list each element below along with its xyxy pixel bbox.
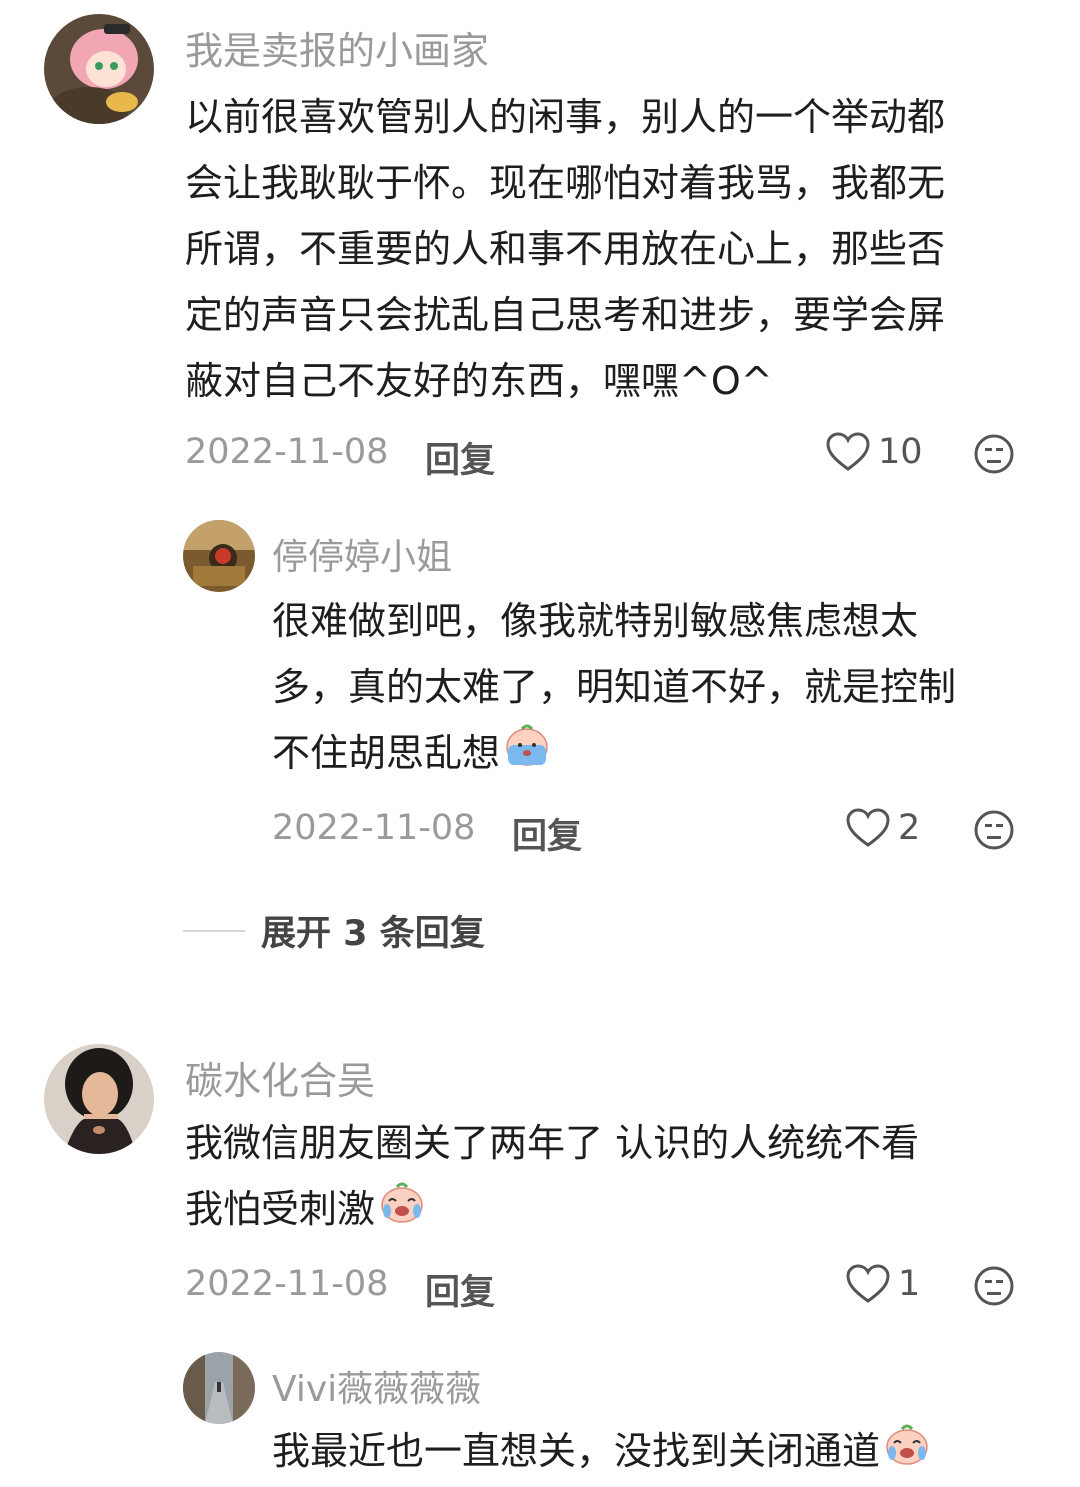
comment-body: 以前很喜欢管别人的闲事，别人的一个举动都 会让我耿耿于怀。现在哪怕对着我骂，我都…	[185, 84, 945, 414]
meh-face-icon	[973, 810, 1015, 855]
dislike-button[interactable]	[973, 433, 1015, 479]
like-count: 2	[898, 808, 921, 848]
expand-replies-button[interactable]: 展开 3 条回复	[183, 905, 485, 956]
comment-line: 定的声音只会扰乱自己思考和进步，要学会屏	[185, 293, 946, 337]
crying-face-emoji	[882, 1421, 932, 1487]
like-count: 1	[898, 1264, 921, 1304]
comment-line: 以前很喜欢管别人的闲事，别人的一个举动都	[185, 95, 946, 139]
crying-face-emoji	[377, 1179, 427, 1245]
comment-line: 会让我耿耿于怀。现在哪怕对着我骂，我都无	[185, 161, 946, 205]
comment-line: 蔽对自己不友好的东西，嘿嘿^O^	[185, 359, 773, 403]
comment-line: 我微信朋友圈关了两年了 认识的人统统不看	[185, 1121, 920, 1165]
meh-face-icon	[973, 434, 1015, 479]
avatar[interactable]	[44, 1044, 154, 1154]
dislike-button[interactable]	[973, 809, 1015, 855]
comment-line: 不住胡思乱想	[272, 731, 501, 775]
like-button[interactable]: 10	[826, 432, 923, 472]
username[interactable]: Vivi薇薇薇薇	[272, 1360, 481, 1412]
heart-outline-icon	[846, 808, 890, 848]
like-button[interactable]: 2	[846, 808, 920, 848]
username[interactable]: 我是卖报的小画家	[185, 20, 489, 75]
crying-face-emoji	[502, 723, 552, 789]
reply-body: 我最近也一直想关，没找到关闭通道	[272, 1418, 932, 1487]
heart-outline-icon	[826, 432, 870, 472]
username[interactable]: 碳水化合吴	[185, 1050, 375, 1105]
comment-line: 很难做到吧，像我就特别敏感焦虑想太	[272, 599, 919, 643]
like-button[interactable]: 1	[846, 1264, 920, 1304]
reply-body: 很难做到吧，像我就特别敏感焦虑想太 多，真的太难了，明知道不好，就是控制 不住胡…	[272, 588, 956, 789]
meh-face-icon	[973, 1266, 1015, 1311]
reply-button[interactable]: 回复	[425, 1264, 495, 1315]
reply-button[interactable]: 回复	[512, 808, 582, 859]
comment-line: 我最近也一直想关，没找到关闭通道	[272, 1429, 881, 1473]
comment-date: 2022-11-08	[185, 432, 389, 472]
avatar[interactable]	[183, 520, 255, 592]
comment-line: 所谓，不重要的人和事不用放在心上，那些否	[185, 227, 946, 271]
like-count: 10	[878, 432, 923, 472]
dislike-button[interactable]	[973, 1265, 1015, 1311]
expand-replies-label: 展开 3 条回复	[261, 914, 485, 954]
reply-button[interactable]: 回复	[425, 432, 495, 483]
avatar[interactable]	[44, 14, 154, 124]
comment-line: 我怕受刺激	[185, 1187, 376, 1231]
comment-line: 多，真的太难了，明知道不好，就是控制	[272, 665, 957, 709]
heart-outline-icon	[846, 1264, 890, 1304]
comment-body: 我微信朋友圈关了两年了 认识的人统统不看 我怕受刺激	[185, 1110, 919, 1245]
comment-date: 2022-11-08	[185, 1264, 389, 1304]
divider-line	[183, 929, 245, 932]
avatar[interactable]	[183, 1352, 255, 1424]
reply-date: 2022-11-08	[272, 808, 476, 848]
username[interactable]: 停停婷小姐	[272, 528, 452, 580]
